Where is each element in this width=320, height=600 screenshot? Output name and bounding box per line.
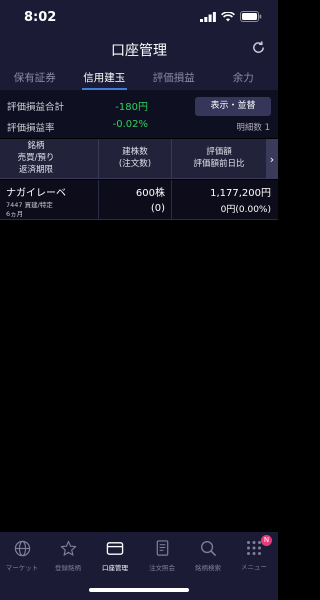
header-trade-type: 売買/預り — [17, 153, 55, 163]
header-due-date: 返済期限 — [18, 165, 53, 175]
navigation-bar: 口座管理 — [0, 34, 278, 64]
tab-margin-positions[interactable]: 信用建玉 — [70, 64, 140, 90]
scroll-columns-arrow-icon[interactable]: › — [266, 139, 278, 179]
row-divider — [98, 180, 99, 220]
pl-rate-label: 評価損益率 — [7, 123, 55, 134]
header-day-change: 評価額前日比 — [193, 159, 245, 169]
row-divider — [171, 180, 172, 220]
summary-panel: 評価損益合計 -180円 評価損益率 -0.02% 表示・並替 明細数 1 — [0, 90, 278, 138]
order-quantity: (0) — [150, 203, 165, 214]
status-time: 8:02 — [24, 10, 57, 25]
tab-holdings[interactable]: 保有証券 — [0, 64, 70, 90]
status-icons — [200, 11, 262, 22]
header-position-qty: 建株数 — [122, 147, 148, 157]
document-icon — [156, 540, 168, 556]
search-icon — [200, 541, 216, 557]
table-header: 銘柄 売買/預り 返済期限 建株数 (注文数) 評価額 評価額前日比 › — [0, 139, 278, 179]
stock-term: 6ヵ月 — [6, 210, 24, 218]
display-sort-button[interactable]: 表示・並替 — [195, 97, 271, 116]
page-title: 口座管理 — [111, 43, 167, 59]
account-tabs: 保有証券 信用建玉 評価損益 余力 — [0, 64, 278, 90]
valuation-day-change: 0円(0.00%) — [220, 205, 271, 215]
pl-rate-value: -0.02% — [112, 119, 148, 130]
tabbar-menu-label: メニュー — [241, 563, 267, 571]
tabbar-menu[interactable]: N メニュー — [226, 535, 282, 571]
globe-icon — [14, 540, 30, 557]
table-row[interactable]: ナガイレーベ 7447 買建/特定 6ヵ月 600株 (0) 1,177,200… — [0, 180, 278, 220]
header-valuation: 評価額 評価額前日比 — [172, 146, 266, 170]
header-stock-name: 銘柄 — [27, 141, 45, 151]
tab-buying-power[interactable]: 余力 — [209, 64, 279, 90]
header-quantity: 建株数 (注文数) — [99, 146, 171, 170]
battery-icon — [240, 11, 262, 22]
stock-name: ナガイレーベ — [6, 188, 66, 199]
wallet-icon — [106, 542, 124, 555]
header-stock: 銘柄 売買/預り 返済期限 — [0, 140, 72, 176]
header-order-qty: (注文数) — [118, 159, 152, 169]
position-quantity: 600株 — [135, 188, 165, 199]
status-bar: 8:02 — [0, 0, 278, 34]
refresh-icon[interactable] — [251, 40, 266, 55]
valuation-amount: 1,177,200円 — [210, 188, 271, 199]
notification-badge: N — [261, 535, 272, 546]
grid-icon — [247, 541, 261, 555]
pl-total-label: 評価損益合計 — [7, 102, 65, 113]
cellular-signal-icon — [200, 11, 216, 22]
pl-total-value: -180円 — [115, 102, 148, 113]
header-valuation-amount: 評価額 — [206, 147, 232, 157]
detail-count: 明細数 1 — [236, 123, 270, 133]
tab-profit-loss[interactable]: 評価損益 — [139, 64, 209, 90]
home-indicator — [89, 588, 189, 592]
star-icon — [60, 540, 76, 556]
wifi-icon — [221, 11, 235, 21]
